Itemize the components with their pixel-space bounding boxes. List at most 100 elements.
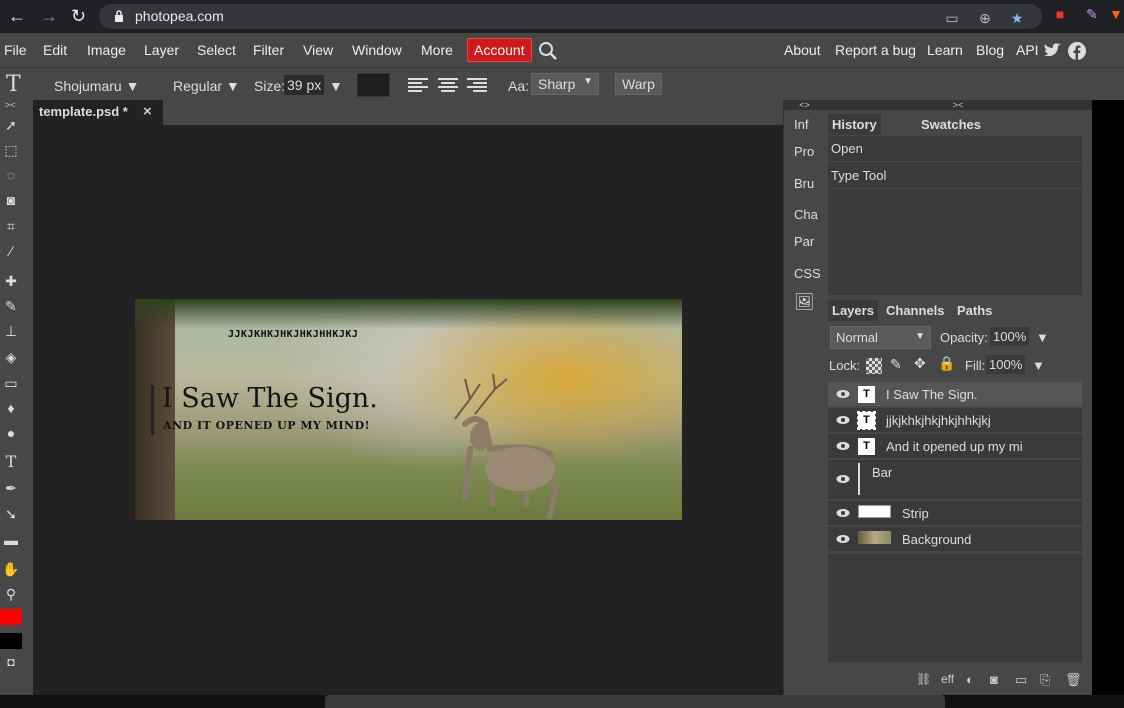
text-color-swatch[interactable]	[357, 73, 390, 97]
quick-select-tool-icon[interactable]: ◙	[2, 191, 20, 209]
pen-tool-icon[interactable]: ✒	[2, 479, 20, 497]
menu-api[interactable]: API	[1016, 42, 1039, 58]
menu-about[interactable]: About	[784, 42, 821, 58]
forward-icon[interactable]: →	[40, 7, 58, 25]
mini-paragraph[interactable]: Par	[794, 234, 814, 249]
eyedropper-tool-icon[interactable]: ⁄	[2, 242, 20, 260]
blend-mode-dropdown[interactable]: Normal ▼	[830, 326, 931, 349]
background-color-swatch[interactable]	[0, 633, 22, 649]
layer-row[interactable]: Bar	[828, 460, 1082, 500]
crop-tool-icon[interactable]: ⌗	[2, 217, 20, 235]
fill-dropdown-icon[interactable]: ▼	[1032, 358, 1045, 373]
font-style-dropdown[interactable]: Regular ▼	[173, 78, 240, 94]
twitter-icon[interactable]	[1043, 43, 1063, 59]
adjustment-layer-icon[interactable]: ◐	[966, 672, 974, 687]
cast-icon[interactable]: ▭	[944, 10, 960, 26]
close-icon[interactable]: ×	[143, 103, 152, 120]
menu-report-bug[interactable]: Report a bug	[835, 42, 916, 58]
tab-layers[interactable]: Layers	[828, 300, 878, 321]
layer-row[interactable]: T I Saw The Sign.	[828, 382, 1082, 407]
eraser-tool-icon[interactable]: ◈	[2, 348, 20, 366]
back-icon[interactable]: ←	[8, 7, 26, 25]
delete-layer-icon[interactable]: 🗑	[1065, 672, 1082, 688]
lock-transparency-icon[interactable]	[866, 358, 882, 374]
eye-icon[interactable]	[836, 441, 850, 451]
effects-button[interactable]: eff	[941, 672, 954, 686]
layer-row[interactable]: Background	[828, 527, 1082, 552]
menu-file[interactable]: File	[4, 42, 27, 58]
antialias-dropdown[interactable]: Sharp ▼	[531, 73, 599, 95]
search-icon[interactable]	[538, 41, 558, 61]
menu-window[interactable]: Window	[352, 42, 402, 58]
quick-mask-icon[interactable]: ◘	[2, 653, 20, 671]
lasso-tool-icon[interactable]: ◌	[2, 166, 20, 184]
canvas-image[interactable]: JJKJKHKJHKJHKJHHKJKJ I Saw The Sign. AND…	[135, 299, 682, 520]
opacity-input[interactable]: 100%	[990, 327, 1030, 346]
move-tool-icon[interactable]: ➚	[2, 116, 20, 134]
document-tab[interactable]: template.psd * ×	[33, 100, 163, 125]
menu-view[interactable]: View	[303, 42, 333, 58]
menu-image[interactable]: Image	[87, 42, 126, 58]
star-icon[interactable]: ★	[1009, 10, 1025, 26]
address-bar[interactable]: photopea.com ▭ ⊕ ★	[99, 4, 1042, 29]
extension-red-icon[interactable]: ■	[1052, 6, 1068, 22]
eye-icon[interactable]	[836, 389, 850, 399]
size-dropdown-icon[interactable]: ▼	[329, 78, 343, 94]
new-layer-icon[interactable]: ⎘	[1040, 672, 1050, 688]
gradient-tool-icon[interactable]: ▭	[2, 374, 20, 392]
brave-icon[interactable]: ▼	[1108, 6, 1124, 22]
extension-pen-icon[interactable]: ✎	[1084, 6, 1100, 22]
stamp-tool-icon[interactable]: ⊥	[2, 322, 20, 340]
healing-tool-icon[interactable]: ✚	[2, 272, 20, 290]
eye-icon[interactable]	[836, 474, 850, 484]
brush-tool-icon[interactable]: ✎	[2, 297, 20, 315]
blur-tool-icon[interactable]: ♦	[2, 399, 20, 417]
menu-select[interactable]: Select	[197, 42, 236, 58]
tab-paths[interactable]: Paths	[953, 300, 996, 321]
extensions-icon[interactable]: ⊕	[977, 10, 993, 26]
right-panel-collapse-icon[interactable]: ><	[824, 100, 1092, 110]
size-input[interactable]: 39 px	[284, 75, 325, 95]
eye-icon[interactable]	[836, 415, 850, 425]
fill-input[interactable]: 100%	[986, 355, 1026, 374]
menu-more[interactable]: More	[421, 42, 453, 58]
account-button[interactable]: Account	[467, 38, 532, 62]
folder-icon[interactable]: ▭	[1015, 672, 1027, 688]
dodge-tool-icon[interactable]: ●	[2, 424, 20, 442]
tab-channels[interactable]: Channels	[882, 300, 949, 321]
mask-icon[interactable]: ◙	[990, 672, 998, 687]
menu-learn[interactable]: Learn	[927, 42, 963, 58]
warp-button[interactable]: Warp	[615, 73, 662, 95]
tab-swatches[interactable]: Swatches	[917, 114, 985, 135]
zoom-tool-icon[interactable]: ⚲	[2, 585, 20, 603]
menu-layer[interactable]: Layer	[144, 42, 179, 58]
facebook-icon[interactable]	[1068, 42, 1086, 60]
lock-all-icon[interactable]: 🔒	[938, 355, 955, 372]
menu-filter[interactable]: Filter	[253, 42, 284, 58]
history-row[interactable]: Type Tool	[828, 163, 1082, 189]
menu-blog[interactable]: Blog	[976, 42, 1004, 58]
image-icon[interactable]: 🖼	[794, 292, 814, 312]
mini-info[interactable]: Inf	[794, 117, 808, 132]
foreground-color-swatch[interactable]	[0, 609, 22, 625]
mini-css[interactable]: CSS	[794, 266, 821, 281]
tab-history[interactable]: History	[828, 114, 881, 135]
mini-character[interactable]: Cha	[794, 207, 818, 222]
layer-row[interactable]: Strip	[828, 501, 1082, 526]
font-family-dropdown[interactable]: Shojumaru ▼	[54, 78, 139, 94]
layer-row[interactable]: T jjkjkhkjhkjhkjhhkjkj	[828, 408, 1082, 433]
eye-icon[interactable]	[836, 534, 850, 544]
rectangle-tool-icon[interactable]: ▬	[2, 531, 20, 549]
hand-tool-icon[interactable]: ✋	[2, 560, 20, 578]
layer-row[interactable]: T And it opened up my mi	[828, 434, 1082, 459]
reload-icon[interactable]: ↻	[71, 7, 86, 25]
lock-paint-icon[interactable]: ✎	[890, 356, 902, 373]
path-select-tool-icon[interactable]: ➘	[2, 505, 20, 523]
menu-edit[interactable]: Edit	[43, 42, 67, 58]
mini-properties[interactable]: Pro	[794, 144, 814, 159]
opacity-dropdown-icon[interactable]: ▼	[1036, 330, 1049, 345]
type-tool-icon[interactable]: T	[2, 453, 20, 471]
history-row[interactable]: Open	[828, 136, 1082, 162]
lock-move-icon[interactable]: ✥	[914, 355, 926, 372]
link-layers-icon[interactable]: ⛓	[916, 672, 931, 686]
